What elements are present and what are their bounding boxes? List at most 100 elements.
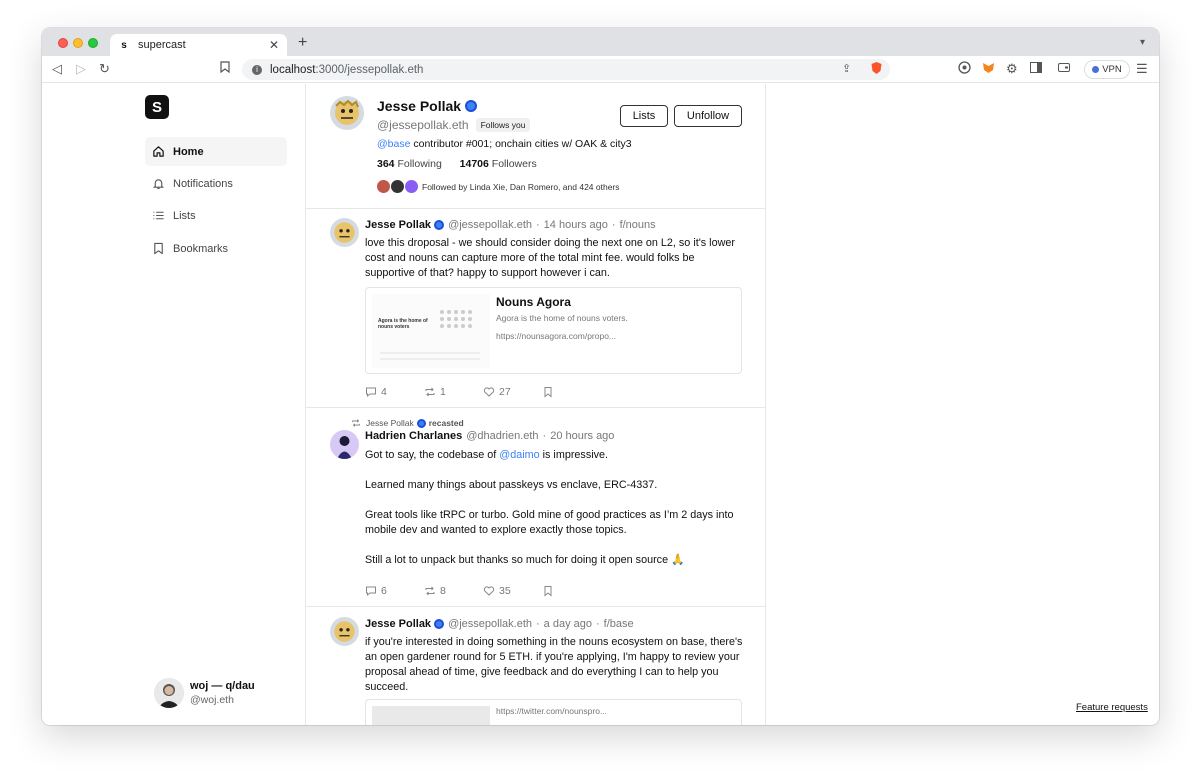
nav-item-bookmarks[interactable]: Bookmarks (145, 234, 287, 263)
heart-icon (483, 586, 495, 596)
avatar (405, 180, 418, 193)
cast-author[interactable]: Jesse Pollak (365, 219, 431, 231)
profile-stats: 364 Following 14706 Followers (377, 158, 537, 170)
reply-button[interactable]: 4 (365, 386, 424, 398)
sidebar-toggle-icon[interactable] (1030, 61, 1042, 77)
profile-name: Jesse Pollak (377, 98, 478, 114)
cast-time: 14 hours ago (543, 219, 608, 231)
nav-item-home[interactable]: Home (145, 137, 287, 166)
tab-title: supercast (138, 39, 186, 51)
bio-mention-link[interactable]: @base (377, 138, 410, 150)
heart-icon (483, 387, 495, 397)
feature-requests-link[interactable]: Feature requests (1076, 702, 1148, 713)
forward-icon[interactable]: ▷ (76, 61, 86, 77)
menu-icon[interactable]: ☰ (1136, 61, 1148, 77)
cast-time: a day ago (543, 618, 592, 630)
cast-handle[interactable]: @jessepollak.eth (448, 618, 532, 630)
bookmark-icon (544, 387, 552, 398)
new-tab-icon[interactable]: + (298, 34, 307, 52)
recast-icon (425, 586, 435, 596)
close-window-button[interactable] (58, 38, 68, 48)
like-button[interactable]: 35 (483, 585, 542, 597)
bookmark-page-icon[interactable] (220, 61, 230, 77)
cast-body: Got to say, the codebase of @daimo is im… (365, 449, 734, 566)
wallet-icon[interactable] (1058, 61, 1070, 77)
tab-close-icon[interactable]: ✕ (269, 38, 279, 52)
cast-header: Jesse Pollak @jessepollak.eth · a day ag… (365, 618, 634, 630)
embed-description: Agora is the home of nouns voters. (496, 313, 628, 323)
vpn-label: VPN (1102, 64, 1122, 75)
cast-header: Jesse Pollak @jessepollak.eth · 14 hours… (365, 219, 656, 231)
cast-channel[interactable]: f/nouns (620, 219, 656, 231)
app-logo[interactable]: S (145, 95, 169, 119)
link-embed[interactable]: Agora is the home of nouns voters Nouns … (365, 287, 742, 374)
site-info-icon[interactable]: i (252, 64, 262, 75)
bookmark-icon (152, 242, 165, 255)
sidebar: S Home Notifications Lists Bookmarks woj… (42, 84, 305, 725)
browser-tab[interactable]: s supercast ✕ (110, 34, 287, 56)
browser-window: s supercast ✕ + ▾ ◁ ▷ ↻ i localhost:3000… (42, 28, 1159, 725)
cast-channel[interactable]: f/base (604, 618, 634, 630)
profile-handle-row: @jessepollak.eth Follows you (377, 118, 531, 132)
verified-badge-icon (434, 619, 445, 629)
user-name: woj — q/dau (190, 680, 255, 692)
recast-button[interactable]: 1 (424, 386, 483, 398)
recast-by[interactable]: Jesse Pollak (366, 418, 414, 428)
followers-stat[interactable]: 14706 Followers (460, 158, 537, 170)
back-icon[interactable]: ◁ (52, 61, 62, 77)
avatar (391, 180, 404, 193)
page-content: S Home Notifications Lists Bookmarks woj… (42, 84, 1159, 725)
lists-button[interactable]: Lists (620, 105, 668, 127)
following-stat[interactable]: 364 Following (377, 158, 442, 170)
extension-g-icon[interactable] (958, 61, 971, 78)
cast-body: love this droposal - we should consider … (365, 237, 735, 279)
main-feed: Jesse Pollak @jessepollak.eth Follows yo… (305, 84, 766, 725)
nav-item-label: Notifications (173, 177, 233, 190)
cast-body: if you're interested in doing something … (365, 636, 743, 693)
nav-item-label: Bookmarks (173, 242, 229, 255)
comment-icon (366, 586, 376, 597)
nav-item-notifications[interactable]: Notifications (145, 169, 287, 198)
followed-by[interactable]: Followed by Linda Xie, Dan Romero, and 4… (377, 180, 620, 193)
unfollow-button[interactable]: Unfollow (674, 105, 742, 127)
vpn-status-icon (1092, 66, 1100, 73)
avatar[interactable] (330, 218, 359, 247)
address-bar[interactable]: i localhost:3000/jessepollak.eth (242, 59, 890, 80)
vpn-button[interactable]: VPN (1084, 60, 1130, 79)
cast-item[interactable]: Jesse Pollak recasted Hadrien Charlanes … (306, 408, 765, 607)
reload-icon[interactable]: ↻ (99, 61, 110, 77)
cast-handle[interactable]: @dhadrien.eth (466, 430, 538, 442)
profile-avatar[interactable] (330, 96, 364, 130)
avatar[interactable] (330, 617, 359, 646)
recast-indicator: Jesse Pollak recasted (351, 418, 464, 428)
nav-item-label: Lists (173, 209, 196, 222)
zoom-window-button[interactable] (88, 38, 98, 48)
reply-button[interactable]: 6 (365, 585, 424, 597)
minimize-window-button[interactable] (73, 38, 83, 48)
nav-item-lists[interactable]: Lists (145, 201, 287, 230)
share-icon[interactable]: ⇪ (842, 61, 851, 77)
cast-time: 20 hours ago (550, 430, 615, 442)
cast-item[interactable]: Jesse Pollak @jessepollak.eth · 14 hours… (306, 209, 765, 408)
bookmark-icon (544, 586, 552, 597)
avatar[interactable] (330, 430, 359, 459)
cast-author[interactable]: Hadrien Charlanes (365, 430, 462, 442)
tab-favicon-icon: s (118, 39, 130, 51)
bookmark-button[interactable] (542, 386, 601, 398)
brave-shield-icon[interactable] (870, 61, 883, 79)
extensions-puzzle-icon[interactable]: ⚙ (1006, 61, 1018, 77)
cast-item[interactable]: Jesse Pollak @jessepollak.eth · a day ag… (306, 607, 765, 725)
metamask-icon[interactable] (982, 61, 995, 78)
cast-author[interactable]: Jesse Pollak (365, 618, 431, 630)
like-button[interactable]: 27 (483, 386, 542, 398)
tab-bar: s supercast ✕ + ▾ (42, 28, 1159, 56)
tab-list-chevron-icon[interactable]: ▾ (1140, 37, 1145, 48)
link-embed[interactable]: https://twitter.com/nounspro... (365, 699, 742, 725)
recast-button[interactable]: 8 (424, 585, 483, 597)
mention-link[interactable]: @daimo (499, 449, 539, 461)
cast-handle[interactable]: @jessepollak.eth (448, 219, 532, 231)
current-user[interactable]: woj — q/dau @woj.eth (154, 678, 255, 708)
bookmark-button[interactable] (542, 585, 601, 597)
embed-thumbnail: Agora is the home of nouns voters (372, 294, 490, 368)
recast-icon (425, 387, 435, 397)
